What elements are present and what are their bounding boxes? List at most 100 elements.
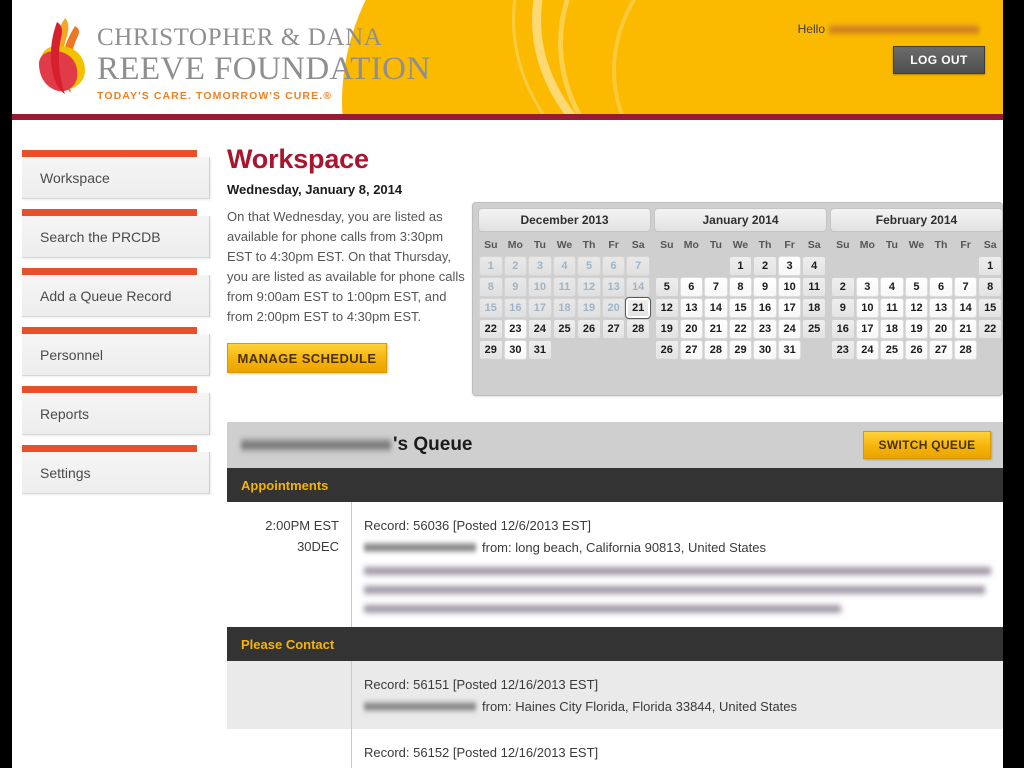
calendar-day-cell[interactable]: 26 bbox=[655, 340, 679, 360]
calendar-day-cell[interactable]: 2 bbox=[831, 277, 855, 297]
calendar-day-cell[interactable]: 29 bbox=[479, 340, 503, 360]
calendar-day-cell[interactable]: 9 bbox=[831, 298, 855, 318]
availability-summary: Wednesday, January 8, 2014 On that Wedne… bbox=[227, 182, 467, 373]
queue-owner-redacted bbox=[241, 437, 391, 453]
calendar-day-cell[interactable]: 5 bbox=[904, 277, 929, 297]
calendar-day-cell[interactable]: 13 bbox=[679, 298, 704, 318]
calendar-day-cell[interactable]: 14 bbox=[704, 298, 728, 318]
calendar-day-cell[interactable]: 4 bbox=[802, 256, 826, 276]
calendar-day-cell[interactable]: 1 bbox=[978, 256, 1002, 276]
sidebar-item-personnel[interactable]: Personnel bbox=[22, 327, 210, 376]
calendar-day-cell[interactable]: 8 bbox=[978, 277, 1002, 297]
calendar-day-cell[interactable]: 21 bbox=[953, 319, 978, 339]
calendar-day-cell[interactable]: 22 bbox=[479, 319, 503, 339]
calendar-day-cell[interactable]: 31 bbox=[528, 340, 552, 360]
calendar-day-cell[interactable]: 29 bbox=[728, 340, 753, 360]
log-out-button[interactable]: LOG OUT bbox=[893, 46, 985, 74]
calendar-day-cell[interactable]: 7 bbox=[704, 277, 728, 297]
calendar-day-cell[interactable]: 4 bbox=[880, 277, 904, 297]
calendar-day-cell[interactable]: 3 bbox=[855, 277, 880, 297]
calendar-day-cell[interactable]: 3 bbox=[777, 256, 802, 276]
calendar-day-cell[interactable]: 21 bbox=[704, 319, 728, 339]
brand-logo[interactable]: CHRISTOPHER & DANA REEVE FOUNDATION TODA… bbox=[35, 16, 435, 108]
manage-schedule-button[interactable]: MANAGE SCHEDULE bbox=[227, 343, 387, 373]
calendar-day-cell[interactable]: 21 bbox=[625, 297, 651, 319]
calendar-day-cell: 5 bbox=[577, 256, 601, 276]
calendar-blank-cell bbox=[929, 256, 953, 276]
calendar-day-cell[interactable]: 2 bbox=[753, 256, 777, 276]
calendar-day-cell[interactable]: 18 bbox=[880, 319, 904, 339]
calendar-day-cell[interactable]: 22 bbox=[978, 319, 1002, 339]
calendar-day-cell[interactable]: 17 bbox=[777, 298, 802, 318]
calendar-day-cell[interactable]: 1 bbox=[728, 256, 753, 276]
calendar-day-cell[interactable]: 27 bbox=[601, 319, 626, 339]
sidebar-item-settings[interactable]: Settings bbox=[22, 445, 210, 494]
calendar-day-cell[interactable]: 25 bbox=[880, 340, 904, 360]
calendar-day-cell[interactable]: 30 bbox=[503, 340, 528, 360]
calendar-day-cell[interactable]: 6 bbox=[929, 277, 953, 297]
sidebar-item-search-the-prcdb[interactable]: Search the PRCDB bbox=[22, 209, 210, 258]
calendar-day-cell[interactable]: 7 bbox=[953, 277, 978, 297]
calendar-day-cell[interactable]: 15 bbox=[728, 298, 753, 318]
calendar-day-cell[interactable]: 28 bbox=[953, 340, 978, 360]
calendar-day-cell[interactable]: 16 bbox=[753, 298, 777, 318]
queue-record-row[interactable]: Record: 56152 [Posted 12/16/2013 EST] bbox=[227, 729, 1003, 768]
calendar-day-cell[interactable]: 27 bbox=[679, 340, 704, 360]
calendar-day-cell[interactable]: 23 bbox=[831, 340, 855, 360]
calendar-day-cell: 19 bbox=[577, 298, 601, 318]
calendar-day-cell[interactable]: 11 bbox=[880, 298, 904, 318]
calendar-day-cell[interactable]: 30 bbox=[753, 340, 777, 360]
calendar-day-cell: 4 bbox=[552, 256, 577, 276]
calendar-day-cell[interactable]: 20 bbox=[679, 319, 704, 339]
sidebar-item-add-a-queue-record[interactable]: Add a Queue Record bbox=[22, 268, 210, 317]
switch-queue-button[interactable]: SWITCH QUEUE bbox=[863, 431, 991, 459]
calendar-day-cell[interactable]: 25 bbox=[802, 319, 826, 339]
calendar-grid: Su Mo Tu We Th Fr Sa 1 2 3 4 5 6 7 8 9 10 11 12 13 14 15 16 17 1… bbox=[830, 235, 1003, 361]
calendar-day-cell[interactable]: 16 bbox=[831, 319, 855, 339]
calendar-day-cell[interactable]: 25 bbox=[552, 319, 577, 339]
calendar-day-cell[interactable]: 27 bbox=[929, 340, 953, 360]
calendar-weekday-header: Su bbox=[836, 239, 850, 251]
queue-record-id-line[interactable]: Record: 56151 [Posted 12/16/2013 EST] bbox=[364, 674, 991, 695]
calendar-day-cell[interactable]: 8 bbox=[728, 277, 753, 297]
calendar-day-cell[interactable]: 24 bbox=[855, 340, 880, 360]
calendar-day-cell[interactable]: 6 bbox=[679, 277, 704, 297]
calendar-day-cell[interactable]: 23 bbox=[753, 319, 777, 339]
availability-text: On that Wednesday, you are listed as ava… bbox=[227, 209, 465, 324]
calendar-day-cell[interactable]: 12 bbox=[655, 298, 679, 318]
calendar-day-cell[interactable]: 23 bbox=[503, 319, 528, 339]
calendar-day-cell[interactable]: 22 bbox=[728, 319, 753, 339]
sidebar-item-workspace[interactable]: Workspace bbox=[22, 150, 210, 199]
calendar-day-cell[interactable]: 14 bbox=[953, 298, 978, 318]
queue-record-id-line[interactable]: Record: 56036 [Posted 12/6/2013 EST] bbox=[364, 515, 991, 536]
calendar-day-cell[interactable]: 15 bbox=[978, 298, 1002, 318]
sidebar-item-accent-bar bbox=[22, 327, 197, 334]
calendar-day-cell[interactable]: 20 bbox=[929, 319, 953, 339]
queue-record-id-line[interactable]: Record: 56152 [Posted 12/16/2013 EST] bbox=[364, 742, 991, 763]
queue-record-row[interactable]: 2:00PM EST 30DEC Record: 56036 [Posted 12/… bbox=[227, 502, 1003, 627]
calendar-day-cell[interactable]: 13 bbox=[929, 298, 953, 318]
calendar-day-cell[interactable]: 12 bbox=[904, 298, 929, 318]
calendar-day-cell[interactable]: 10 bbox=[777, 277, 802, 297]
calendar-day-cell[interactable]: 9 bbox=[753, 277, 777, 297]
queue-record-origin-text: from: Haines City Florida, Florida 33844… bbox=[482, 699, 798, 714]
sidebar-item-reports[interactable]: Reports bbox=[22, 386, 210, 435]
calendar-day-cell[interactable]: 26 bbox=[577, 319, 601, 339]
calendar-day-cell[interactable]: 28 bbox=[626, 319, 650, 339]
calendar-blank-cell bbox=[626, 340, 650, 360]
calendar-day-cell[interactable]: 19 bbox=[904, 319, 929, 339]
calendar-day-cell[interactable]: 10 bbox=[855, 298, 880, 318]
queue-record-row[interactable]: Record: 56151 [Posted 12/16/2013 EST] fro… bbox=[227, 661, 1003, 729]
calendar-day-cell[interactable]: 5 bbox=[655, 277, 679, 297]
queue-panel: 's Queue SWITCH QUEUE Appointments 2:00PM… bbox=[227, 422, 1003, 768]
calendar-day-cell[interactable]: 17 bbox=[855, 319, 880, 339]
greeting-label: Hello bbox=[797, 22, 825, 36]
calendar-day-cell[interactable]: 26 bbox=[904, 340, 929, 360]
calendar-day-cell[interactable]: 31 bbox=[777, 340, 802, 360]
calendar-day-cell[interactable]: 11 bbox=[802, 277, 826, 297]
calendar-day-cell[interactable]: 28 bbox=[704, 340, 728, 360]
calendar-day-cell[interactable]: 24 bbox=[528, 319, 552, 339]
calendar-day-cell[interactable]: 24 bbox=[777, 319, 802, 339]
calendar-day-cell[interactable]: 19 bbox=[655, 319, 679, 339]
calendar-day-cell[interactable]: 18 bbox=[802, 298, 826, 318]
